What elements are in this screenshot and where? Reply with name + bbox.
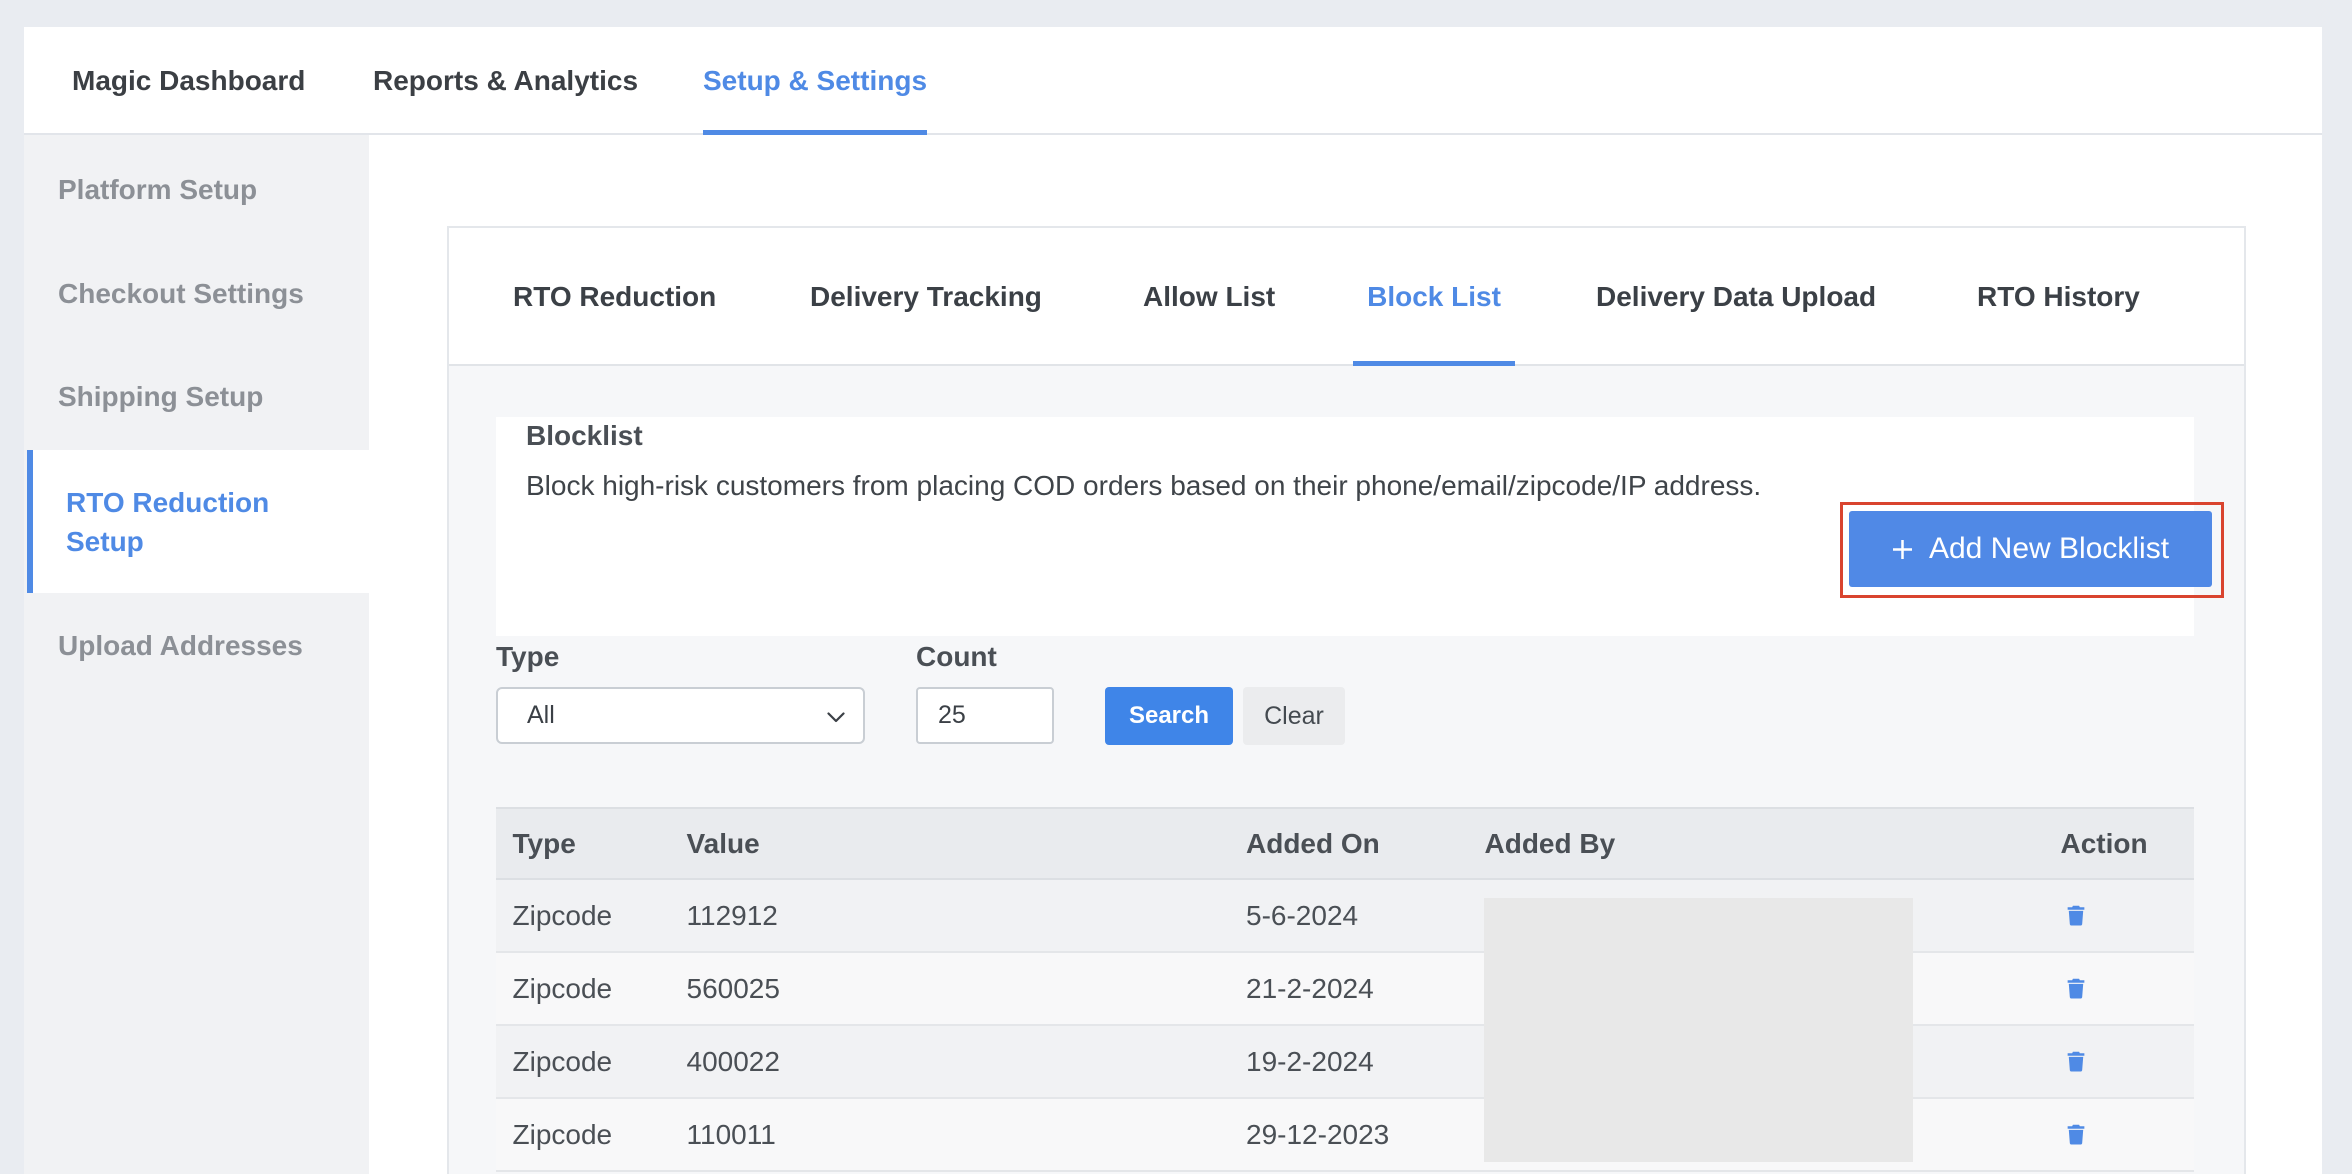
trash-icon[interactable] (2067, 1051, 2195, 1072)
table-row: Zipcode 400022 19-2-2024 (496, 1026, 2194, 1099)
sidebar-item-upload-addresses[interactable]: Upload Addresses (24, 593, 369, 699)
tab-rto-history[interactable]: RTO History (1977, 228, 2140, 366)
sidebar-item-checkout-settings[interactable]: Checkout Settings (24, 242, 369, 346)
sidebar-item-label: Shipping Setup (58, 381, 264, 412)
plus-icon (1892, 539, 1913, 560)
cell-type: Zipcode (512, 1045, 613, 1077)
column-header-added-on: Added On (1246, 827, 1380, 859)
cell-value: 560025 (686, 972, 780, 1004)
cell-type: Zipcode (512, 899, 613, 931)
search-button[interactable]: Search (1105, 687, 1233, 745)
blocklist-title: Blocklist (526, 420, 643, 451)
tab-label: Delivery Tracking (810, 281, 1042, 312)
blocklist-info-box: Blocklist Block high-risk customers from… (496, 417, 2224, 636)
trash-icon[interactable] (2067, 1124, 2195, 1145)
cell-added-on: 19-2-2024 (1246, 1045, 1374, 1077)
redacted-block (1484, 898, 1913, 1162)
count-filter-label: Count (916, 641, 997, 672)
sidebar-item-label: RTO Reduction Setup (66, 486, 270, 557)
nav-tab-magic-dashboard[interactable]: Magic Dashboard (72, 27, 305, 135)
tab-label: Allow List (1143, 281, 1276, 312)
cell-value: 110011 (686, 1118, 776, 1150)
app-window: Magic Dashboard Reports & Analytics Setu… (24, 27, 2322, 1174)
tab-label: Block List (1367, 281, 1501, 312)
sidebar: Platform Setup Checkout Settings Shippin… (24, 135, 369, 1174)
tab-label: RTO History (1977, 281, 2140, 312)
trash-icon[interactable] (2067, 905, 2195, 926)
trash-icon[interactable] (2067, 978, 2195, 999)
tab-allow-list[interactable]: Allow List (1143, 228, 1275, 366)
nav-tab-label: Magic Dashboard (72, 65, 306, 96)
blocklist-description: Block high-risk customers from placing C… (526, 470, 1762, 501)
type-filter-label: Type (496, 641, 560, 672)
top-nav: Magic Dashboard Reports & Analytics Setu… (24, 27, 2322, 135)
column-header-added-by: Added By (1484, 827, 1616, 859)
clear-button[interactable]: Clear (1243, 687, 1345, 745)
content-panel: RTO Reduction Delivery Tracking Allow Li… (447, 226, 2246, 1174)
cell-value: 400022 (686, 1045, 780, 1077)
sidebar-item-rto-reduction-setup[interactable]: RTO Reduction Setup (27, 450, 369, 593)
table-header: Type Value Added On Added By Action (496, 807, 2194, 880)
table-row: Zipcode 110011 29-12-2023 (496, 1099, 2194, 1172)
table-row: Zipcode 560025 21-2-2024 (496, 953, 2194, 1026)
table-row: Zipcode 112912 5-6-2024 (496, 880, 2194, 953)
blocklist-table: Type Value Added On Added By Action Zipc… (496, 807, 2194, 1172)
type-select-value: All (527, 701, 555, 729)
column-header-type: Type (512, 827, 576, 859)
main-content: RTO Reduction Delivery Tracking Allow Li… (369, 135, 2322, 1174)
sidebar-item-label: Checkout Settings (58, 278, 304, 309)
column-header-value: Value (686, 827, 760, 859)
sub-tabs: RTO Reduction Delivery Tracking Allow Li… (449, 228, 2244, 366)
type-select[interactable]: All (496, 687, 865, 744)
nav-tab-label: Reports & Analytics (373, 65, 639, 96)
tab-block-list[interactable]: Block List (1353, 228, 1515, 366)
tab-rto-reduction[interactable]: RTO Reduction (513, 228, 716, 366)
nav-tab-label: Setup & Settings (703, 65, 928, 96)
cell-value: 112912 (686, 899, 778, 931)
tab-delivery-data-upload[interactable]: Delivery Data Upload (1596, 228, 1876, 366)
cell-type: Zipcode (512, 972, 613, 1004)
tab-delivery-tracking[interactable]: Delivery Tracking (810, 228, 1042, 366)
sidebar-item-shipping-setup[interactable]: Shipping Setup (24, 345, 369, 449)
cell-added-on: 21-2-2024 (1246, 972, 1374, 1004)
tab-label: RTO Reduction (513, 281, 717, 312)
cell-type: Zipcode (512, 1118, 613, 1150)
nav-tab-setup-settings[interactable]: Setup & Settings (703, 27, 928, 135)
nav-tab-reports-analytics[interactable]: Reports & Analytics (373, 27, 638, 135)
column-header-action: Action (2060, 827, 2148, 859)
chevron-down-icon (827, 701, 845, 730)
cell-added-on: 5-6-2024 (1246, 899, 1359, 931)
cell-added-on: 29-12-2023 (1246, 1118, 1390, 1150)
add-new-blocklist-button[interactable]: Add New Blocklist (1849, 511, 2212, 587)
tab-label: Delivery Data Upload (1596, 281, 1877, 312)
sidebar-item-platform-setup[interactable]: Platform Setup (24, 138, 369, 242)
sidebar-item-label: Upload Addresses (58, 630, 303, 661)
count-input[interactable] (916, 687, 1054, 744)
sidebar-item-label: Platform Setup (58, 174, 258, 205)
add-new-blocklist-label: Add New Blocklist (1928, 532, 2170, 565)
